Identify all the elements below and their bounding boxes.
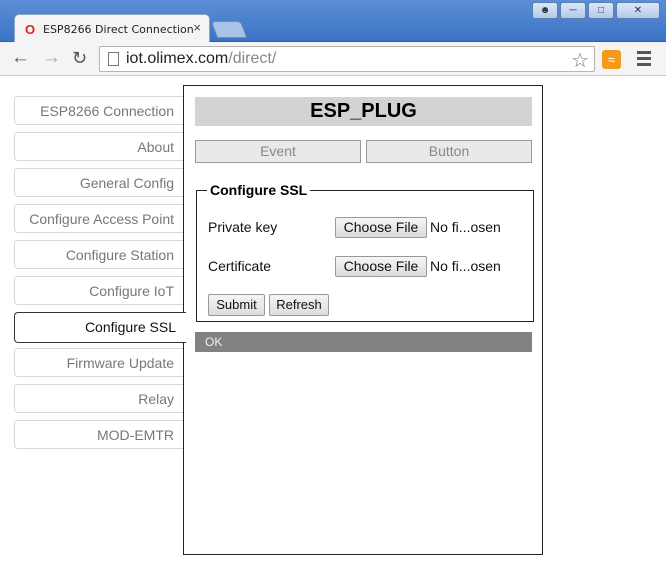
tab-close-icon[interactable]: × (193, 21, 201, 35)
button-mode-button[interactable]: Button (366, 140, 532, 163)
url-text[interactable]: iot.olimex.com/direct/ (126, 50, 276, 68)
configure-ssl-fieldset: Configure SSL Private key Choose File No… (196, 182, 534, 322)
browser-titlebar: O ESP8266 Direct Connection × ☻ ─ □ ✕ (0, 0, 666, 43)
device-title: ESP_PLUG (195, 97, 532, 126)
status-bar: OK (195, 332, 532, 352)
address-bar[interactable]: iot.olimex.com/direct/ ☆ (99, 46, 595, 72)
sidebar-item-configure-access-point[interactable]: Configure Access Point (14, 204, 184, 233)
hamburger-menu-icon[interactable] (637, 51, 651, 69)
sidebar-item-firmware-update[interactable]: Firmware Update (14, 348, 184, 377)
forward-arrow-icon[interactable]: → (42, 48, 61, 68)
certificate-label: Certificate (208, 258, 272, 274)
main-panel: ESP_PLUG Event Button Configure SSL Priv… (183, 85, 543, 555)
sidebar-item-configure-station[interactable]: Configure Station (14, 240, 184, 269)
back-arrow-icon[interactable]: ← (11, 48, 30, 68)
private-key-file-status: No fi...osen (430, 219, 501, 235)
sidebar-item-mod-emtr[interactable]: MOD-EMTR (14, 420, 184, 449)
new-tab-button[interactable] (210, 21, 248, 38)
tab-title: ESP8266 Direct Connection (43, 23, 194, 36)
bookmark-star-icon[interactable]: ☆ (571, 48, 589, 73)
submit-button[interactable]: Submit (208, 294, 265, 316)
sidebar-item-configure-iot[interactable]: Configure IoT (14, 276, 184, 305)
window-controls: ☻ ─ □ ✕ (530, 2, 660, 19)
sidebar-item-esp8266-connection[interactable]: ESP8266 Connection (14, 96, 184, 125)
url-host: iot.olimex.com (126, 50, 229, 67)
sidebar-item-relay[interactable]: Relay (14, 384, 184, 413)
reload-icon[interactable]: ↻ (72, 48, 87, 68)
browser-tab[interactable]: O ESP8266 Direct Connection × (14, 14, 210, 43)
page-icon (108, 52, 119, 66)
private-key-choose-file-button[interactable]: Choose File (335, 217, 427, 238)
private-key-label: Private key (208, 219, 278, 235)
close-window-icon[interactable]: ✕ (616, 2, 660, 19)
browser-toolbar: ← → ↻ iot.olimex.com/direct/ ☆ ≈ (0, 42, 666, 76)
configure-ssl-legend: Configure SSL (210, 182, 308, 198)
maximize-icon[interactable]: □ (588, 2, 614, 19)
olimex-favicon-icon: O (25, 22, 36, 37)
profile-icon[interactable]: ☻ (532, 2, 558, 19)
sidebar-item-about[interactable]: About (14, 132, 184, 161)
certificate-file-status: No fi...osen (430, 258, 501, 274)
minimize-icon[interactable]: ─ (560, 2, 586, 19)
rss-feed-icon[interactable]: ≈ (602, 50, 621, 69)
refresh-button[interactable]: Refresh (269, 294, 329, 316)
url-path: /direct/ (228, 50, 277, 67)
certificate-choose-file-button[interactable]: Choose File (335, 256, 427, 277)
sidebar-item-configure-ssl[interactable]: Configure SSL (14, 312, 186, 343)
event-mode-button[interactable]: Event (195, 140, 361, 163)
sidebar-item-general-config[interactable]: General Config (14, 168, 184, 197)
